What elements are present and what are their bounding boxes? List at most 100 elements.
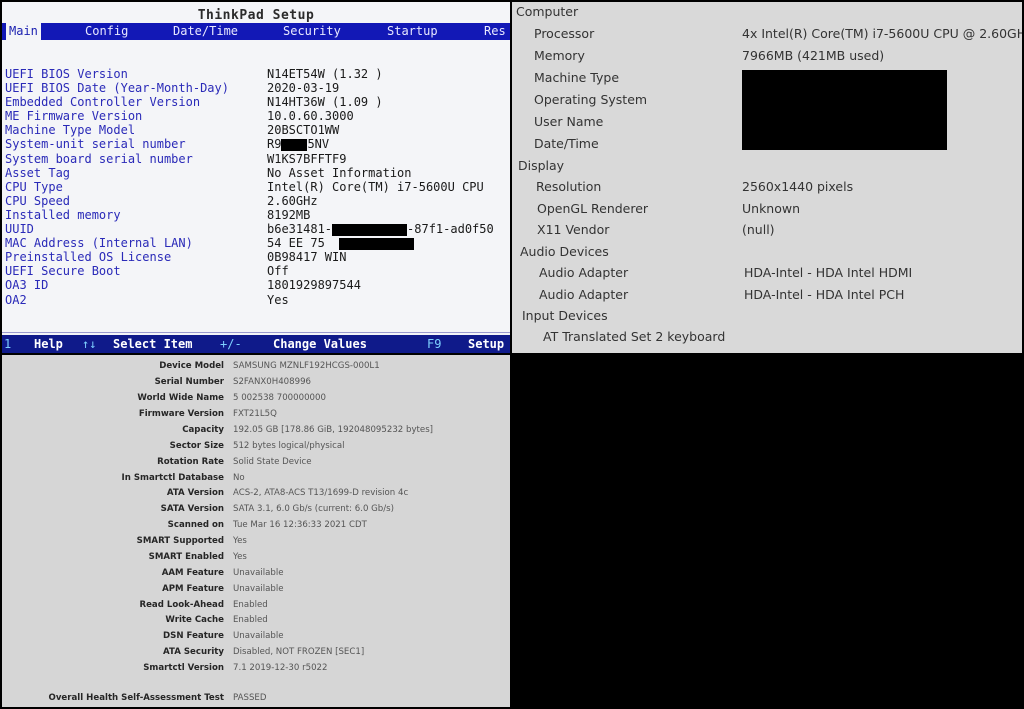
smart-row: APM Feature Unavailable (2, 583, 510, 595)
smart-row-value: SAMSUNG MZNLF192HCGS-000L1 (233, 361, 380, 371)
smart-row: In Smartctl Database No (2, 472, 510, 484)
smart-health-key: Overall Health Self-Assessment Test (48, 693, 224, 703)
smart-row: Device Model SAMSUNG MZNLF192HCGS-000L1 (2, 360, 510, 372)
bios-divider (2, 332, 510, 333)
info-label-x11-vendor: X11 Vendor (537, 222, 610, 237)
smart-row: ATA Security Disabled, NOT FROZEN [SEC1] (2, 646, 510, 658)
bios-row-key: Installed memory (5, 207, 121, 222)
smart-row-key: SMART Supported (136, 536, 224, 546)
bios-row: UEFI Secure Boot Off (5, 264, 510, 278)
info-label-user-name: User Name (534, 114, 604, 129)
smart-row-key: ATA Security (163, 647, 224, 657)
tab-date-time[interactable]: Date/Time (170, 23, 241, 40)
bios-row-value: 20BSCTO1WW (267, 123, 340, 138)
section-header-input-devices[interactable]: Input Devices (522, 308, 608, 323)
info-label-audio-adapter: Audio Adapter (539, 265, 629, 280)
smart-row-key: Serial Number (154, 377, 224, 387)
info-value-resolution: 2560x1440 pixels (742, 179, 854, 194)
section-header-display[interactable]: Display (518, 158, 564, 173)
info-label-operating-system: Operating System (534, 92, 648, 107)
bios-row: UEFI BIOS Date (Year-Month-Day) 2020-03-1… (5, 81, 510, 95)
setup-label: Setup (468, 337, 505, 351)
bios-row: CPU Speed 2.60GHz (5, 194, 510, 208)
smart-row-key: Read Look-Ahead (139, 600, 224, 610)
info-label-keyboard: AT Translated Set 2 keyboard (543, 329, 726, 344)
bios-row: Machine Type Model 20BSCTO1WW (5, 123, 510, 137)
info-value-opengl-renderer: Unknown (742, 201, 801, 216)
value-prefix: 54 EE 75 (267, 236, 325, 251)
value-prefix: b6e31481- (267, 222, 333, 237)
f9-key-hint: F9 (427, 337, 442, 351)
smart-row-key: World Wide Name (137, 393, 224, 403)
f1-key-hint: 1 (4, 337, 12, 351)
section-header-computer[interactable]: Computer (516, 4, 578, 19)
smart-row-value: Yes (233, 552, 247, 562)
info-label-processor: Processor (534, 26, 595, 41)
smart-row-key: SATA Version (160, 504, 224, 514)
smart-row: Read Look-Ahead Enabled (2, 599, 510, 611)
tab-config[interactable]: Config (82, 23, 131, 40)
smart-row: Firmware Version FXT21L5Q (2, 408, 510, 420)
smart-row-key: Write Cache (165, 615, 224, 625)
plus-minus-key-hint: +/- (220, 337, 242, 351)
smart-row-key: SMART Enabled (148, 552, 224, 562)
smart-row-value: 512 bytes logical/physical (233, 441, 345, 451)
bios-row: System board serial number W1KS7BFFTF9 (5, 152, 510, 166)
info-value-audio-adapter: HDA-Intel - HDA Intel PCH (744, 287, 905, 302)
smart-row-key: Rotation Rate (157, 457, 224, 467)
bios-row: Asset Tag No Asset Information (5, 166, 510, 180)
bios-row: UEFI BIOS Version N14ET54W (1.32 ) (5, 67, 510, 81)
smart-row-key: Capacity (182, 425, 224, 435)
bios-row-value: Off (267, 264, 289, 279)
smart-row-value: Disabled, NOT FROZEN [SEC1] (233, 647, 365, 657)
bios-title: ThinkPad Setup (197, 8, 315, 23)
smart-row-key: Sector Size (169, 441, 224, 451)
bios-row: UUID b6e31481- -87f1-ad0f50 (5, 222, 510, 236)
info-value-audio-adapter: HDA-Intel - HDA Intel HDMI (744, 265, 913, 280)
bios-row-key: Embedded Controller Version (5, 95, 201, 110)
smart-row-value: SATA 3.1, 6.0 Gb/s (current: 6.0 Gb/s) (233, 504, 394, 514)
value-prefix: R9 (267, 137, 282, 152)
redaction-box (742, 70, 947, 150)
bios-row-value: W1KS7BFFTF9 (267, 151, 347, 166)
smart-row-value: 192.05 GB [178.86 GiB, 192048095232 byte… (233, 425, 434, 435)
smart-row-key: Smartctl Version (143, 663, 224, 673)
smart-row-value: ACS-2, ATA8-ACS T13/1699-D revision 4c (233, 488, 409, 498)
section-header-audio-devices[interactable]: Audio Devices (520, 244, 609, 259)
tab-restart[interactable]: Res (481, 23, 509, 40)
smart-row: Rotation Rate Solid State Device (2, 456, 510, 468)
redaction-box (281, 138, 308, 151)
bios-row: Preinstalled OS License 0B98417 WIN (5, 250, 510, 264)
bios-row: CPU Type Intel(R) Core(TM) i7-5600U CPU (5, 180, 510, 194)
smart-info-panel: Device Model SAMSUNG MZNLF192HCGS-000L1 S… (2, 355, 510, 707)
smart-row: ATA Version ACS-2, ATA8-ACS T13/1699-D re… (2, 487, 510, 499)
change-values-label: Change Values (273, 337, 367, 351)
smart-row-value: 5 002538 700000000 (233, 393, 326, 403)
smart-row-key: ATA Version (166, 488, 224, 498)
smart-row: Scanned on Tue Mar 16 12:36:33 2021 CDT (2, 519, 510, 531)
smart-row: DSN Feature Unavailable (2, 630, 510, 642)
bios-row-value: 2.60GHz (267, 193, 318, 208)
bios-row-value: 0B98417 WIN (267, 250, 347, 265)
smart-row-key: AAM Feature (161, 568, 224, 578)
bios-row: Installed memory 8192MB (5, 208, 510, 222)
bios-row-key: OA2 (5, 292, 27, 307)
tab-security[interactable]: Security (280, 23, 344, 40)
smart-row: Sector Size 512 bytes logical/physical (2, 440, 510, 452)
bios-row-value: 54 EE 75 (267, 236, 415, 251)
tab-startup[interactable]: Startup (384, 23, 441, 40)
bios-row-key: UEFI Secure Boot (5, 264, 121, 279)
redaction-box (339, 237, 415, 250)
smart-row-value: Unavailable (233, 584, 284, 594)
smart-row-value: Unavailable (233, 568, 284, 578)
smart-row-value: No (233, 473, 245, 483)
smart-row: Capacity 192.05 GB [178.86 GiB, 192048095… (2, 424, 510, 436)
info-label-opengl-renderer: OpenGL Renderer (537, 201, 649, 216)
smart-row: SATA Version SATA 3.1, 6.0 Gb/s (current:… (2, 503, 510, 515)
bios-row-key: ME Firmware Version (5, 109, 143, 124)
redaction-box (332, 223, 408, 236)
tab-main[interactable]: Main (6, 23, 41, 40)
bios-row-key: CPU Type (5, 179, 63, 194)
bios-row: OA3 ID 1801929897544 (5, 278, 510, 292)
smart-row-value: 7.1 2019-12-30 r5022 (233, 663, 328, 673)
